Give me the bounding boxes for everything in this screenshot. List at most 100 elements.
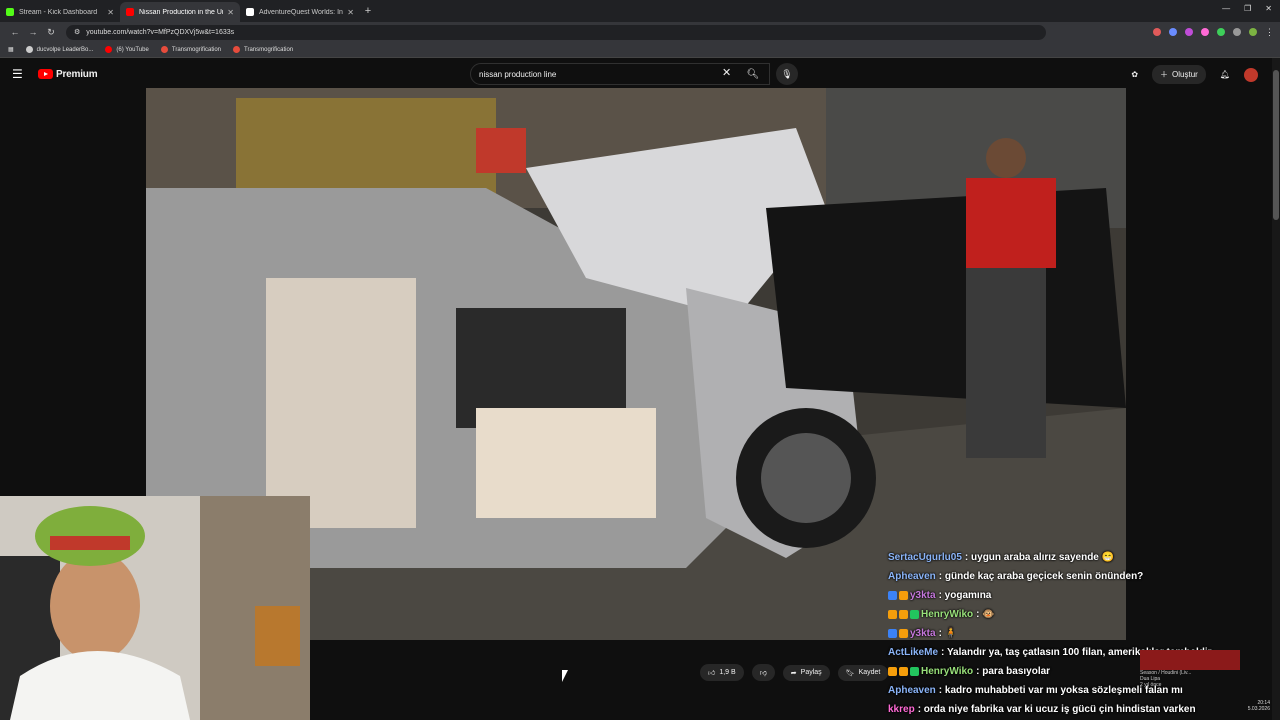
clear-search-icon[interactable]: ✕ (722, 66, 731, 79)
profile-icon[interactable] (1249, 28, 1257, 36)
restore-icon[interactable]: ❐ (1244, 4, 1251, 13)
close-window-icon[interactable]: ✕ (1265, 4, 1272, 13)
share-icon: ➦ (790, 669, 797, 677)
chat-username: kkrep (888, 704, 915, 715)
chat-message: y3kta: yogamına (888, 586, 1280, 605)
bookmark-icon (160, 46, 168, 53)
back-icon[interactable]: ← (6, 27, 24, 37)
cast-icon[interactable]: ✿ (1131, 70, 1138, 79)
microphone-icon: 🎙︎ (781, 68, 793, 79)
chat-text: : 🧍 (938, 628, 958, 639)
bookmarks-bar: ▦ ducvolpe LeaderBo... (6) YouTube Trans… (0, 42, 1280, 58)
chat-username: HenryWiko (921, 609, 974, 620)
clock-date: 5.03.2026 (1247, 706, 1270, 712)
close-icon[interactable]: ✕ (347, 8, 354, 17)
browser-tabbar: Stream - Kick Dashboard ✕ Nissan Product… (0, 0, 1280, 22)
close-icon[interactable]: ✕ (107, 8, 114, 17)
chat-badge-icon (899, 629, 908, 638)
chat-text: : günde kaç araba geçicek senin önünden? (938, 571, 1144, 582)
reload-icon[interactable]: ↻ (42, 27, 60, 38)
chat-message: HenryWiko: 🐵 (888, 605, 1280, 624)
dislike-button[interactable]: 👎︎ (751, 664, 775, 681)
chat-username: HenryWiko (921, 666, 974, 677)
like-button[interactable]: 👍︎ 1,9 B (700, 664, 744, 681)
system-clock: 20:14 5.03.2026 (1248, 700, 1270, 712)
aqw-icon (246, 8, 254, 16)
new-tab-button[interactable]: + (360, 5, 376, 17)
youtube-play-icon (38, 69, 53, 79)
site-info-icon[interactable]: ⚙ (74, 28, 80, 36)
youtube-logo[interactable]: Premium (38, 68, 98, 80)
chat-badge-icon (888, 610, 897, 619)
chat-badge-icon (910, 610, 919, 619)
create-button[interactable]: ＋ Oluştur (1152, 65, 1206, 84)
bookmark-item[interactable]: (6) YouTube (105, 46, 149, 53)
bookmark-icon (233, 46, 241, 53)
bookmark-item[interactable]: ducvolpe LeaderBo... (25, 46, 94, 53)
chat-text: : 🐵 (976, 609, 995, 620)
chat-message: SertacUgurlu05: uygun araba alırız sayen… (888, 548, 1280, 567)
address-input[interactable]: ⚙ youtube.com/watch?v=MfPzQDXVj5w&t=1633… (66, 24, 1046, 40)
tab-kick-dashboard[interactable]: Stream - Kick Dashboard ✕ (0, 2, 120, 22)
forward-icon[interactable]: → (24, 27, 42, 37)
tab-youtube-video[interactable]: Nissan Production in the Unite ✕ (120, 2, 240, 22)
extension-icon[interactable] (1217, 28, 1225, 36)
bookmark-label: ducvolpe LeaderBo... (36, 46, 94, 53)
url-text: youtube.com/watch?v=MfPzQDXVj5w&t=1633s (86, 28, 235, 36)
chat-username: ActLikeMe (888, 647, 939, 658)
chat-username: y3kta (910, 590, 936, 601)
bookmark-label: Transmogrification (244, 46, 294, 53)
extension-icon[interactable] (1169, 28, 1177, 36)
chat-text: : yogamına (938, 590, 992, 601)
chat-message: kkrep: orda niye fabrika var ki ucuz iş … (888, 700, 1280, 719)
extension-icon[interactable] (1153, 28, 1161, 36)
share-label: Paylaş (800, 669, 822, 676)
chat-badge-icon (888, 667, 897, 676)
bell-icon[interactable]: 🔔︎ (1220, 70, 1230, 79)
mini-meta: 2 yıl önce (1140, 682, 1162, 688)
apps-icon[interactable]: ▦ (8, 46, 14, 53)
mini-player[interactable]: Season / Houdini (Liv... Dua Lipa 2 yıl … (1140, 650, 1240, 698)
like-count: 1,9 B (719, 669, 736, 676)
chat-message: y3kta: 🧍 (888, 624, 1280, 643)
chat-username: Apheaven (888, 571, 936, 582)
logo-text: Premium (56, 68, 98, 80)
share-button[interactable]: ➦ Paylaş (782, 664, 830, 681)
thumbs-down-icon: 👎︎ (759, 670, 767, 677)
bookmark-icon: 🔖︎ (845, 669, 855, 677)
window-controls: — ❐ ✕ (1222, 4, 1272, 13)
bookmark-item[interactable]: Transmogrification (233, 46, 293, 53)
extension-icon[interactable] (1201, 28, 1209, 36)
chat-badge-icon (888, 591, 897, 600)
mini-thumbnail (1140, 650, 1240, 670)
avatar[interactable] (1244, 67, 1258, 82)
close-icon[interactable]: ✕ (227, 8, 234, 17)
menu-dots-icon[interactable]: ⋮ (1265, 27, 1274, 38)
search-button[interactable]: 🔍︎ (740, 63, 766, 85)
bookmark-icon (25, 46, 33, 53)
chat-text: : para basıyolar (976, 666, 1051, 677)
chat-text: : uygun araba alırız sayende 😁 (964, 552, 1115, 563)
bookmark-label: Transmogrification (171, 46, 222, 53)
thumbs-up-icon: 👍︎ (708, 670, 716, 677)
puzzle-icon[interactable] (1233, 28, 1241, 36)
save-label: Kaydet (858, 669, 881, 676)
plus-icon: ＋ (1160, 70, 1169, 79)
search-value: nissan production line (479, 69, 557, 79)
kick-icon (6, 8, 14, 16)
minimize-icon[interactable]: — (1222, 4, 1230, 13)
chat-message: Apheaven: günde kaç araba geçicek senin … (888, 567, 1280, 586)
tab-title: AdventureQuest Worlds: Infinit (259, 8, 343, 16)
save-button[interactable]: 🔖︎ Kaydet (837, 664, 889, 681)
chat-badge-icon (899, 667, 908, 676)
mouse-cursor (562, 670, 568, 682)
extension-icon[interactable] (1185, 28, 1193, 36)
bookmark-item[interactable]: Transmogrification (160, 46, 222, 53)
chat-badge-icon (888, 629, 897, 638)
extension-icons: ⋮ (1153, 27, 1274, 38)
voice-search-button[interactable]: 🎙︎ (776, 63, 798, 85)
scrollbar-thumb[interactable] (1273, 70, 1279, 220)
bookmark-label: (6) YouTube (116, 46, 149, 53)
menu-icon[interactable]: ☰ (12, 67, 34, 81)
tab-adventurequest[interactable]: AdventureQuest Worlds: Infinit ✕ (240, 2, 360, 22)
